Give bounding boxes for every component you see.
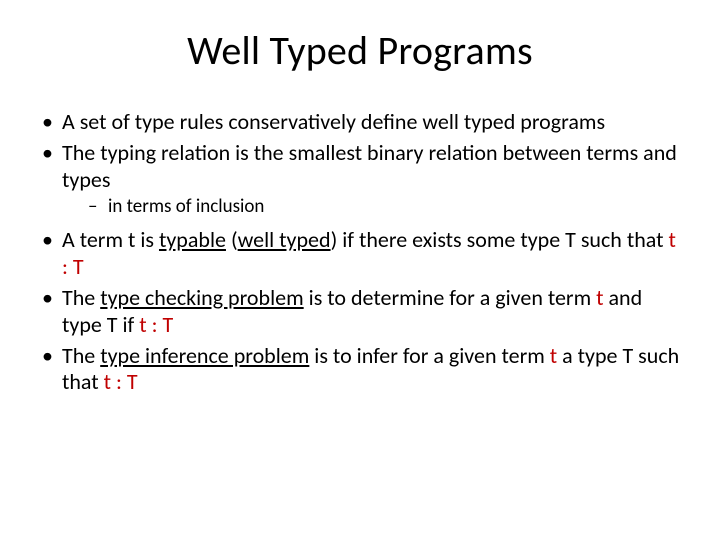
- bullet-item: A term t is typable (well typed) if ther…: [36, 227, 684, 281]
- bullet-text: The typing relation is the smallest bina…: [62, 139, 677, 193]
- text-underline: well typed: [238, 226, 331, 253]
- text-run: is to infer for a given term: [309, 342, 549, 369]
- sub-bullet-list: in terms of inclusion: [62, 195, 684, 219]
- sub-bullet-item: in terms of inclusion: [62, 195, 684, 219]
- slide: Well Typed Programs A set of type rules …: [0, 0, 720, 540]
- text-run: The: [62, 342, 100, 369]
- text-emphasis: t: [596, 284, 603, 311]
- text-emphasis: t : T: [104, 368, 138, 395]
- bullet-item: A set of type rules conservatively defin…: [36, 109, 684, 136]
- text-run: The: [62, 284, 100, 311]
- text-run: A term t is: [62, 226, 159, 253]
- bullet-list: A set of type rules conservatively defin…: [36, 109, 684, 396]
- text-run: (: [226, 226, 238, 253]
- slide-title: Well Typed Programs: [36, 26, 684, 75]
- text-run: ) if there exists some type T such that: [331, 226, 669, 253]
- bullet-item: The type inference problem is to infer f…: [36, 343, 684, 397]
- bullet-item: The type checking problem is to determin…: [36, 285, 684, 339]
- bullet-item: The typing relation is the smallest bina…: [36, 140, 684, 219]
- text-underline: typable: [159, 226, 226, 253]
- text-run: is to determine for a given term: [304, 284, 596, 311]
- text-underline: type inference problem: [100, 342, 309, 369]
- text-underline: type checking problem: [100, 284, 303, 311]
- text-emphasis: t : T: [139, 311, 173, 338]
